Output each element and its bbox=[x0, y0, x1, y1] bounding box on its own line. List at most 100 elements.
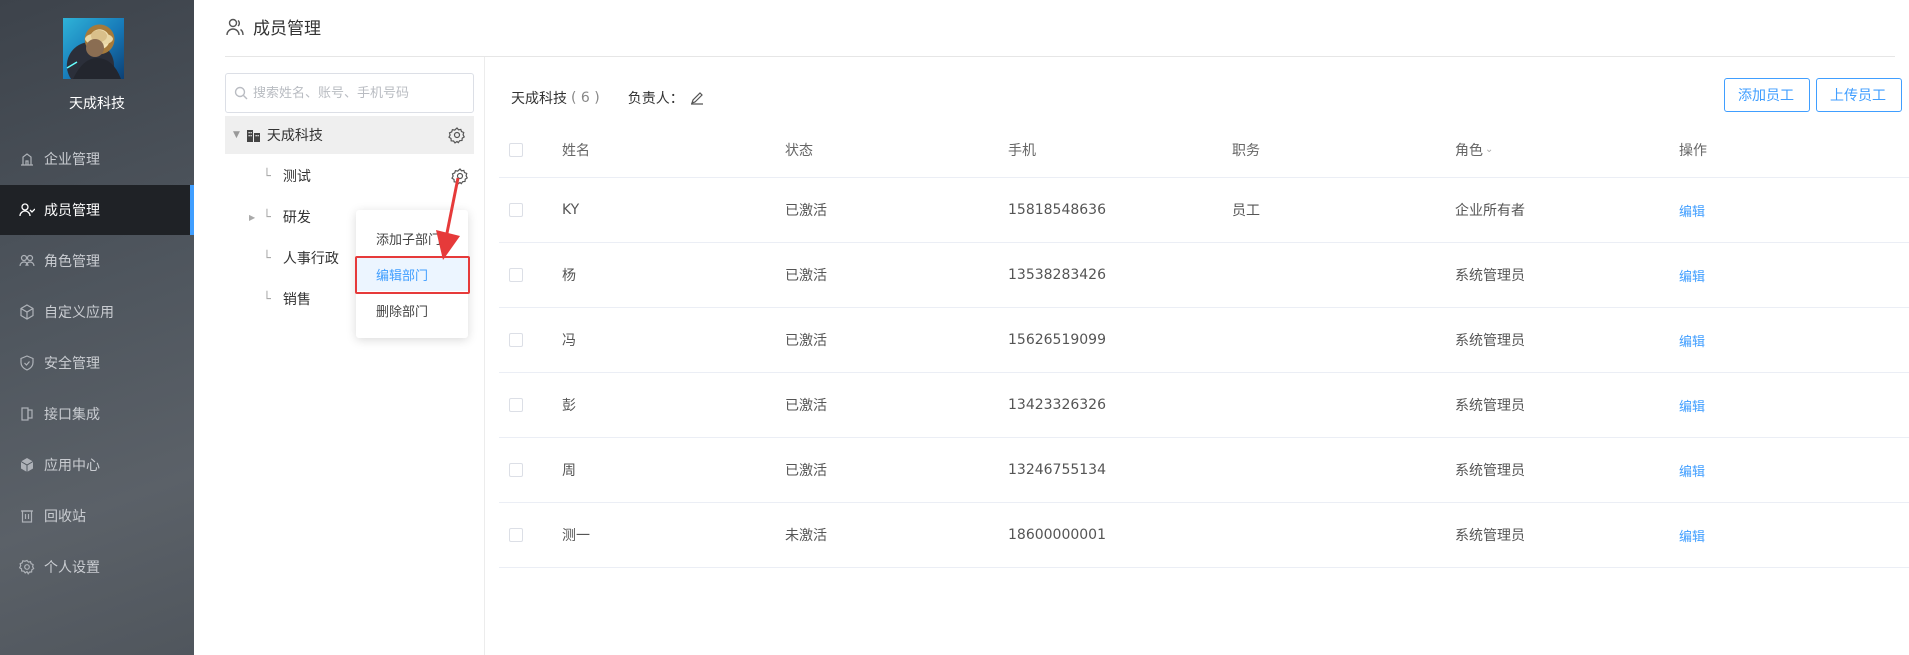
cell-phone: 15626519099 bbox=[1008, 332, 1106, 348]
avatar[interactable] bbox=[63, 18, 124, 79]
nav-label: 企业管理 bbox=[44, 152, 100, 168]
cell-name: 冯 bbox=[562, 333, 576, 349]
nav-label: 回收站 bbox=[44, 509, 86, 525]
cell-phone: 13538283426 bbox=[1008, 267, 1106, 283]
tree-root-node[interactable]: ▼ 天成科技 bbox=[225, 116, 474, 154]
enterprise-icon bbox=[18, 150, 36, 168]
row-checkbox[interactable] bbox=[509, 333, 523, 347]
select-all-checkbox[interactable] bbox=[509, 142, 523, 157]
cell-role: 系统管理员 bbox=[1455, 268, 1525, 284]
page-title: 成员管理 bbox=[253, 19, 321, 39]
cell-name: 彭 bbox=[562, 398, 576, 414]
department-info: 天成科技 ( 6 ) 负责人： bbox=[511, 88, 704, 108]
branch-line: └ bbox=[263, 291, 271, 307]
column-header-name: 姓名 bbox=[562, 142, 590, 159]
nav-label: 个人设置 bbox=[44, 560, 100, 576]
tree-node-test[interactable]: └ 测试 bbox=[263, 164, 311, 188]
cell-role: 企业所有者 bbox=[1455, 203, 1525, 219]
cell-status: 已激活 bbox=[785, 268, 827, 284]
edit-link[interactable]: 编辑 bbox=[1679, 331, 1705, 350]
column-header-role[interactable]: 角色 ⌄ bbox=[1455, 122, 1493, 177]
table-row: 彭 已激活 13423326326 系统管理员 编辑 bbox=[499, 373, 1909, 438]
trash-icon bbox=[18, 507, 36, 525]
roles-icon bbox=[18, 252, 36, 270]
cell-name: 周 bbox=[562, 463, 576, 479]
department-tree-panel: ▼ 天成科技 └ 测试 ▶ └ 研发 └ 人事行政 └ 销售 bbox=[225, 57, 485, 655]
gear-icon[interactable] bbox=[448, 126, 466, 144]
delete-department-item[interactable]: 删除部门 bbox=[356, 293, 468, 327]
tree-root-label: 天成科技 bbox=[266, 128, 323, 144]
cell-name: 测一 bbox=[562, 528, 590, 544]
building-icon bbox=[246, 130, 260, 142]
edit-link[interactable]: 编辑 bbox=[1679, 266, 1705, 285]
branch-line: └ bbox=[263, 250, 271, 266]
cell-status: 已激活 bbox=[785, 398, 827, 414]
nav-label: 角色管理 bbox=[44, 254, 100, 270]
page-header: 成员管理 bbox=[225, 14, 321, 39]
row-checkbox[interactable] bbox=[509, 203, 523, 217]
nav-item-personal-settings[interactable]: 个人设置 bbox=[0, 542, 194, 592]
cell-phone: 13246755134 bbox=[1008, 462, 1106, 478]
column-header-position: 职务 bbox=[1232, 142, 1260, 159]
cell-phone: 18600000001 bbox=[1008, 527, 1106, 543]
cell-status: 未激活 bbox=[785, 528, 827, 544]
tree-node-hr[interactable]: └ 人事行政 bbox=[263, 246, 339, 270]
nav-item-members[interactable]: 成员管理 bbox=[0, 185, 194, 235]
column-header-status: 状态 bbox=[785, 142, 813, 159]
row-checkbox[interactable] bbox=[509, 528, 523, 542]
tree-node-rnd[interactable]: ▶ └ 研发 bbox=[249, 205, 311, 229]
tree-node-sales[interactable]: └ 销售 bbox=[263, 287, 311, 311]
cell-role: 系统管理员 bbox=[1455, 528, 1525, 544]
nav-item-trash[interactable]: 回收站 bbox=[0, 491, 194, 541]
caret-right-icon[interactable]: ▶ bbox=[249, 213, 255, 222]
cell-role: 系统管理员 bbox=[1455, 463, 1525, 479]
column-header-actions: 操作 bbox=[1679, 142, 1707, 159]
nav-item-custom-app[interactable]: 自定义应用 bbox=[0, 287, 194, 337]
edit-link[interactable]: 编辑 bbox=[1679, 396, 1705, 415]
branch-line: └ bbox=[263, 209, 271, 225]
cell-name: KY bbox=[562, 202, 580, 218]
tree-node-label: 测试 bbox=[282, 169, 311, 185]
nav-item-roles[interactable]: 角色管理 bbox=[0, 236, 194, 286]
nav-item-app-center[interactable]: 应用中心 bbox=[0, 440, 194, 490]
add-employee-button[interactable]: 添加员工 bbox=[1724, 78, 1810, 112]
edit-link[interactable]: 编辑 bbox=[1679, 461, 1705, 480]
cell-position: 员工 bbox=[1232, 203, 1260, 219]
tree-node-label: 研发 bbox=[282, 210, 311, 226]
column-header-role-label: 角色 bbox=[1455, 142, 1483, 159]
cell-status: 已激活 bbox=[785, 463, 827, 479]
table-row: KY 已激活 15818548636 员工 企业所有者 编辑 bbox=[499, 178, 1909, 243]
search-icon bbox=[234, 86, 248, 100]
sidebar: 天成科技 企业管理 成员管理 角色管理 自定义应用 安全管理 接口集成 应用中心… bbox=[0, 0, 194, 655]
nav-item-security[interactable]: 安全管理 bbox=[0, 338, 194, 388]
search-input[interactable] bbox=[253, 85, 473, 101]
row-checkbox[interactable] bbox=[509, 398, 523, 412]
nav-label: 安全管理 bbox=[44, 356, 100, 372]
gear-icon bbox=[18, 558, 36, 576]
tree-node-label: 人事行政 bbox=[282, 251, 339, 267]
nav-label: 应用中心 bbox=[44, 458, 100, 474]
department-name: 天成科技 bbox=[511, 91, 567, 107]
sort-chevron-icon[interactable]: ⌄ bbox=[1485, 144, 1493, 155]
table-header: 姓名 状态 手机 职务 角色 ⌄ 操作 bbox=[499, 122, 1909, 178]
nav-item-enterprise[interactable]: 企业管理 bbox=[0, 134, 194, 184]
cell-phone: 13423326326 bbox=[1008, 397, 1106, 413]
table-row: 测一 未激活 18600000001 系统管理员 编辑 bbox=[499, 503, 1909, 568]
nav-item-api[interactable]: 接口集成 bbox=[0, 389, 194, 439]
row-checkbox[interactable] bbox=[509, 463, 523, 477]
shield-icon bbox=[18, 354, 36, 372]
pencil-icon[interactable] bbox=[690, 91, 704, 105]
cell-name: 杨 bbox=[562, 268, 576, 284]
edit-link[interactable]: 编辑 bbox=[1679, 201, 1705, 220]
edit-link[interactable]: 编辑 bbox=[1679, 526, 1705, 545]
app-center-icon bbox=[18, 456, 36, 474]
avatar-image bbox=[66, 30, 121, 79]
members-icon bbox=[18, 201, 36, 219]
caret-down-icon[interactable]: ▼ bbox=[233, 130, 240, 140]
upload-employee-button[interactable]: 上传员工 bbox=[1816, 78, 1902, 112]
cell-status: 已激活 bbox=[785, 333, 827, 349]
row-checkbox[interactable] bbox=[509, 268, 523, 282]
search-box[interactable] bbox=[225, 73, 474, 113]
branch-line: └ bbox=[263, 168, 271, 184]
cell-phone: 15818548636 bbox=[1008, 202, 1106, 218]
